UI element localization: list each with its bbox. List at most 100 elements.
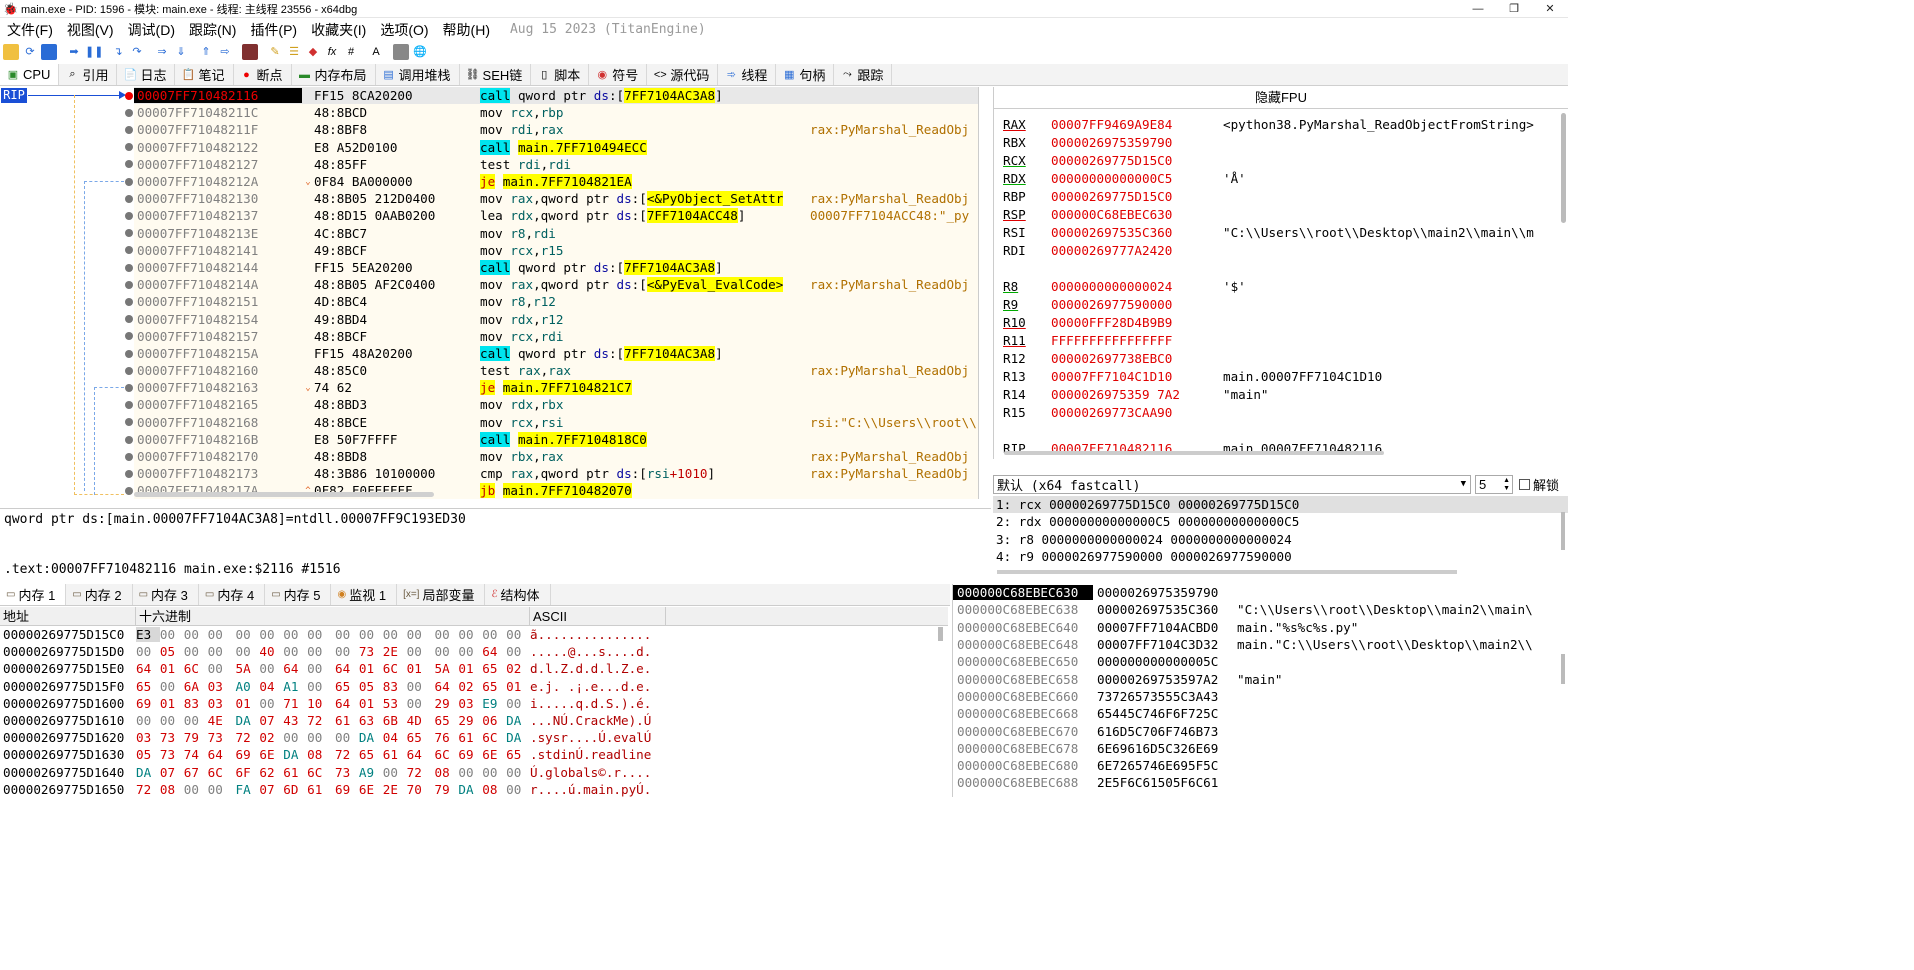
hex-byte[interactable]: 00 [307, 661, 331, 676]
stack-view[interactable]: 000000C68EBEC630 0000026975359790 000000C6… [952, 584, 1568, 797]
register-row-rcx[interactable]: RCX 00000269775D15C0 [1003, 151, 1558, 169]
hex-byte[interactable]: 00 [435, 644, 459, 659]
breakpoint-toggle-icon[interactable] [125, 383, 133, 392]
breakpoint-toggle-icon[interactable] [125, 315, 133, 324]
hex-byte[interactable]: DA [136, 765, 160, 780]
dump-row[interactable]: 00000269775D15E0 64 01 6C 00 5A 00 64 00 64 01 6C 01… [0, 660, 948, 677]
disasm-row[interactable]: 00007FF710482127 48:85FF test rdi,rdi [134, 156, 978, 173]
hex-byte[interactable]: 00 [506, 644, 530, 659]
disasm-row[interactable]: 00007FF710482157 48:8BCF mov rcx,rdi [134, 328, 978, 345]
checkbox-box[interactable] [1519, 478, 1530, 490]
stack-row[interactable]: 000000C68EBEC660 73726573555C3A43 [953, 688, 1568, 705]
hex-byte[interactable]: DA [236, 713, 260, 728]
disasm-row[interactable]: 00007FF710482160 48:85C0 test rax,rax rax:P… [134, 362, 978, 379]
vertical-scrollbar[interactable] [1561, 113, 1566, 223]
hex-byte[interactable]: 00 [307, 679, 331, 694]
hex-byte[interactable]: 61 [307, 782, 331, 797]
tab-trace[interactable]: ⤳ 跟踪 [834, 64, 893, 85]
menu-options[interactable]: 选项(O) [373, 19, 435, 41]
register-row-rbp[interactable]: RBP 00000269775D15C0 [1003, 187, 1558, 205]
disasm-row[interactable]: 00007FF71048213E 4C:8BC7 mov r8,rdi [134, 225, 978, 242]
hex-byte[interactable]: 00 [482, 765, 506, 780]
hex-byte[interactable]: 64 [283, 661, 307, 676]
hex-byte[interactable]: 07 [160, 765, 184, 780]
breakpoint-toggle-icon[interactable] [125, 349, 133, 358]
disassembly-view[interactable]: RIP 00007FF710482116 FF15 8CA20200 call qw… [0, 87, 979, 499]
breakpoint-toggle-icon[interactable] [125, 160, 133, 169]
hex-byte[interactable]: 01 [359, 696, 383, 711]
restart-icon[interactable]: ⟳ [22, 44, 38, 60]
hex-byte[interactable]: 65 [136, 679, 160, 694]
run-to-user-code-icon[interactable]: ⇨ [217, 44, 233, 60]
hex-byte[interactable]: 6C [184, 661, 208, 676]
register-value[interactable]: 00000269777A2420 [1051, 243, 1223, 258]
hex-byte[interactable]: 07 [259, 782, 283, 797]
breakpoint-toggle-icon[interactable] [125, 211, 133, 220]
tab-dump-1[interactable]: ▭ 内存 1 [0, 584, 67, 605]
hex-byte[interactable]: 72 [407, 765, 431, 780]
arg-count-spinner[interactable]: 5 ▲ ▼ [1475, 474, 1513, 494]
disasm-row[interactable]: 00007FF710482165 48:8BD3 mov rdx,rbx [134, 396, 978, 413]
stack-row[interactable]: 000000C68EBEC648 00007FF7104C3D32 main."C:… [953, 636, 1568, 653]
hex-byte[interactable]: 00 [383, 627, 407, 642]
column-hex[interactable]: 十六进制 [136, 607, 530, 626]
hex-byte[interactable]: 00 [435, 627, 459, 642]
dump-row[interactable]: 00000269775D1640 DA 07 67 6C 6F 62 61 6C 73 A9 00 72… [0, 764, 948, 781]
register-row-r8[interactable]: R8 0000000000000024 '$' [1003, 277, 1558, 295]
arguments-view[interactable]: 1: rcx 00000269775D15C0 00000269775D15C0… [993, 496, 1568, 576]
breakpoint-toggle-icon[interactable] [125, 332, 133, 341]
vertical-scrollbar[interactable] [938, 627, 943, 641]
register-row-r11[interactable]: R11 FFFFFFFFFFFFFFFF [1003, 331, 1558, 349]
disasm-row[interactable]: 00007FF710482173 48:3B86 10100000 cmp rax,… [134, 465, 978, 482]
disasm-row[interactable]: 00007FF710482122 E8 A52D0100 call main.7FF… [134, 139, 978, 156]
disasm-row[interactable]: 00007FF71048215A FF15 48A20200 call qword … [134, 345, 978, 362]
hex-byte[interactable]: 05 [359, 679, 383, 694]
tab-watch-1[interactable]: ◉ 监视 1 [331, 584, 398, 605]
hex-byte[interactable]: 65 [506, 747, 530, 762]
hex-byte[interactable]: 00 [482, 627, 506, 642]
register-row-rsp[interactable]: RSP 000000C68EBEC630 [1003, 205, 1558, 223]
column-address[interactable]: 地址 [0, 607, 136, 626]
hex-byte[interactable]: 69 [458, 747, 482, 762]
breakpoint-toggle-icon[interactable] [125, 418, 133, 427]
menu-trace[interactable]: 跟踪(N) [182, 19, 243, 41]
hex-byte[interactable]: 6C [307, 765, 331, 780]
call-convention-select[interactable]: 默认 (x64 fastcall) ▼ [993, 474, 1471, 494]
vertical-scrollbar[interactable] [1561, 512, 1565, 550]
hex-byte[interactable]: 62 [259, 765, 283, 780]
hex-byte[interactable]: 6C [208, 765, 232, 780]
arg-row[interactable]: 2: rdx 00000000000000C5 00000000000000C5 [993, 513, 1568, 530]
hex-byte[interactable]: 6F [236, 765, 260, 780]
hex-byte[interactable]: 64 [136, 661, 160, 676]
hex-byte[interactable]: 05 [160, 644, 184, 659]
close-button[interactable]: ✕ [1532, 0, 1568, 18]
hex-byte[interactable]: 00 [136, 713, 160, 728]
hex-byte[interactable]: 2E [383, 644, 407, 659]
disasm-row[interactable]: 00007FF710482141 49:8BCF mov rcx,r15 [134, 242, 978, 259]
hex-byte[interactable]: 6C [482, 730, 506, 745]
font-icon[interactable]: A [368, 44, 384, 60]
hex-byte[interactable]: 74 [184, 747, 208, 762]
step-over-icon[interactable]: ↷ [129, 44, 145, 60]
hex-byte[interactable]: 00 [236, 644, 260, 659]
hex-byte[interactable]: 6C [383, 661, 407, 676]
menu-favourites[interactable]: 收藏夹(I) [304, 19, 373, 41]
hex-byte[interactable]: 5A [236, 661, 260, 676]
hex-byte[interactable]: 65 [335, 679, 359, 694]
hex-byte[interactable]: 00 [283, 730, 307, 745]
hex-byte[interactable]: 83 [383, 679, 407, 694]
hash-icon[interactable]: # [343, 44, 359, 60]
breakpoint-toggle-icon[interactable] [125, 246, 133, 255]
scylla-icon[interactable] [242, 44, 258, 60]
hex-byte[interactable]: 03 [208, 696, 232, 711]
hex-byte[interactable]: 00 [184, 627, 208, 642]
run-icon[interactable]: ➡ [66, 44, 82, 60]
hex-byte[interactable]: 00 [259, 696, 283, 711]
hex-byte[interactable]: 00 [407, 696, 431, 711]
register-row-rsi[interactable]: RSI 000002697535C360 "C:\\Users\\root\\Des… [1003, 223, 1558, 241]
tab-symbols[interactable]: ◉ 符号 [589, 64, 648, 85]
dump-row[interactable]: 00000269775D15C0 E3 00 00 00 00 00 00 00 00 00 00 00… [0, 626, 948, 643]
hex-byte[interactable]: 72 [307, 713, 331, 728]
register-row-r12[interactable]: R12 000002697738EBC0 [1003, 349, 1558, 367]
breakpoint-toggle-icon[interactable] [125, 108, 133, 117]
